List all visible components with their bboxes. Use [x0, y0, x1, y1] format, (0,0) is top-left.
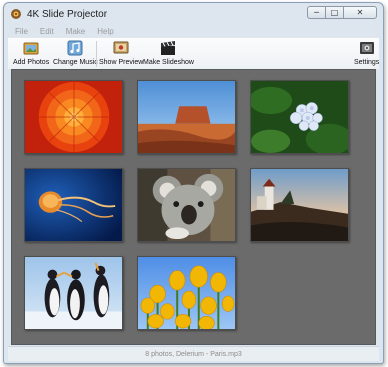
add-photos-button[interactable]: Add Photos: [13, 40, 49, 66]
preview-icon: [113, 41, 129, 54]
window-controls: ─ □ ✕: [307, 6, 377, 19]
menu-make[interactable]: Make: [66, 27, 86, 36]
tulips-photo-icon: [138, 257, 235, 329]
add-photos-label: Add Photos: [13, 59, 50, 66]
photo-thumbnail-8[interactable]: [137, 256, 236, 330]
status-bar: 8 photos, Delerium - Paris.mp3: [8, 346, 379, 361]
penguins-photo-icon: [25, 257, 122, 329]
photo-gallery: [11, 69, 376, 345]
lighthouse-photo-icon: [251, 169, 348, 241]
make-slideshow-label: Make Slideshow: [143, 59, 194, 66]
menu-file[interactable]: File: [15, 27, 28, 36]
music-icon: [67, 40, 83, 56]
photo-thumbnail-2[interactable]: [137, 80, 236, 154]
clapperboard-icon: [161, 41, 176, 55]
photo-thumbnail-1[interactable]: [24, 80, 123, 154]
menu-bar: File Edit Make Help: [8, 25, 379, 37]
koala-photo-icon: [138, 169, 235, 241]
change-music-button[interactable]: Change Music: [53, 40, 98, 66]
show-preview-label: Show Preview: [99, 59, 144, 66]
close-button[interactable]: ✕: [343, 6, 377, 19]
flower-photo-icon: [25, 81, 122, 153]
photo-thumbnail-5[interactable]: [137, 168, 236, 242]
menu-help[interactable]: Help: [97, 27, 113, 36]
status-text: 8 photos, Delerium - Paris.mp3: [145, 350, 242, 358]
settings-label: Settings: [354, 59, 380, 66]
change-music-label: Change Music: [53, 59, 98, 66]
maximize-button[interactable]: □: [325, 6, 344, 19]
show-preview-button[interactable]: Show Preview: [99, 40, 143, 66]
toolbar-separator: [96, 41, 97, 67]
hydrangea-photo-icon: [251, 81, 348, 153]
settings-icon: [359, 42, 374, 54]
toolbar: Add Photos Change Music Show Preview Mak…: [8, 37, 379, 69]
photo-thumbnail-7[interactable]: [24, 256, 123, 330]
app-window: 4K Slide Projector ─ □ ✕ File Edit Make …: [3, 2, 384, 364]
minimize-button[interactable]: ─: [307, 6, 326, 19]
make-slideshow-button[interactable]: Make Slideshow: [143, 40, 194, 66]
add-photos-icon: [23, 42, 39, 55]
photo-thumbnail-4[interactable]: [24, 168, 123, 242]
menu-edit[interactable]: Edit: [40, 27, 54, 36]
window-title: 4K Slide Projector: [27, 8, 108, 20]
app-icon: [11, 9, 21, 19]
photo-thumbnail-6[interactable]: [250, 168, 349, 242]
title-bar[interactable]: 4K Slide Projector ─ □ ✕: [4, 3, 383, 25]
jellyfish-photo-icon: [25, 169, 122, 241]
desert-photo-icon: [138, 81, 235, 153]
settings-button[interactable]: Settings: [354, 40, 379, 66]
photo-thumbnail-3[interactable]: [250, 80, 349, 154]
